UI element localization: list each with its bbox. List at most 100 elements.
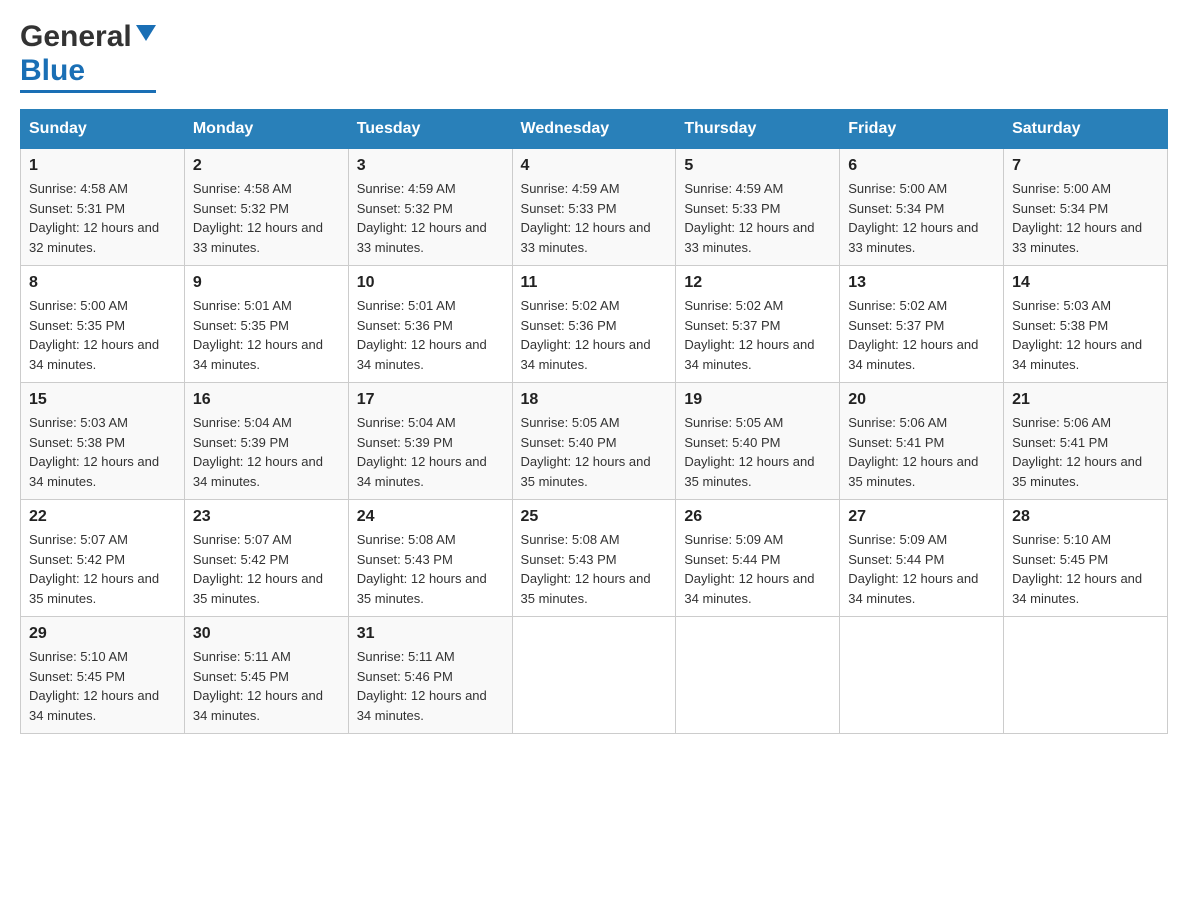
col-header-thursday: Thursday [676,110,840,149]
col-header-tuesday: Tuesday [348,110,512,149]
day-number: 28 [1012,508,1159,526]
week-row-1: 1 Sunrise: 4:58 AM Sunset: 5:31 PM Dayli… [21,149,1168,266]
day-info: Sunrise: 5:01 AM Sunset: 5:35 PM Dayligh… [193,296,340,374]
day-cell: 13 Sunrise: 5:02 AM Sunset: 5:37 PM Dayl… [840,266,1004,383]
day-cell [676,617,840,734]
day-info: Sunrise: 5:04 AM Sunset: 5:39 PM Dayligh… [357,413,504,491]
day-number: 18 [521,391,668,409]
day-number: 22 [29,508,176,526]
week-row-3: 15 Sunrise: 5:03 AM Sunset: 5:38 PM Dayl… [21,383,1168,500]
day-cell: 1 Sunrise: 4:58 AM Sunset: 5:31 PM Dayli… [21,149,185,266]
day-cell: 17 Sunrise: 5:04 AM Sunset: 5:39 PM Dayl… [348,383,512,500]
day-info: Sunrise: 5:02 AM Sunset: 5:37 PM Dayligh… [684,296,831,374]
day-number: 15 [29,391,176,409]
day-cell: 11 Sunrise: 5:02 AM Sunset: 5:36 PM Dayl… [512,266,676,383]
week-row-4: 22 Sunrise: 5:07 AM Sunset: 5:42 PM Dayl… [21,500,1168,617]
day-number: 14 [1012,274,1159,292]
day-number: 31 [357,625,504,643]
header-row: SundayMondayTuesdayWednesdayThursdayFrid… [21,110,1168,149]
day-cell: 18 Sunrise: 5:05 AM Sunset: 5:40 PM Dayl… [512,383,676,500]
calendar-table: SundayMondayTuesdayWednesdayThursdayFrid… [20,109,1168,734]
day-cell: 30 Sunrise: 5:11 AM Sunset: 5:45 PM Dayl… [184,617,348,734]
logo: General Blue [20,20,156,93]
day-info: Sunrise: 5:09 AM Sunset: 5:44 PM Dayligh… [848,530,995,608]
day-number: 27 [848,508,995,526]
day-cell: 5 Sunrise: 4:59 AM Sunset: 5:33 PM Dayli… [676,149,840,266]
day-cell: 20 Sunrise: 5:06 AM Sunset: 5:41 PM Dayl… [840,383,1004,500]
day-info: Sunrise: 5:06 AM Sunset: 5:41 PM Dayligh… [848,413,995,491]
day-number: 8 [29,274,176,292]
day-cell [1004,617,1168,734]
col-header-wednesday: Wednesday [512,110,676,149]
day-info: Sunrise: 5:07 AM Sunset: 5:42 PM Dayligh… [193,530,340,608]
day-info: Sunrise: 5:10 AM Sunset: 5:45 PM Dayligh… [29,647,176,725]
day-cell: 2 Sunrise: 4:58 AM Sunset: 5:32 PM Dayli… [184,149,348,266]
day-cell: 7 Sunrise: 5:00 AM Sunset: 5:34 PM Dayli… [1004,149,1168,266]
day-cell [840,617,1004,734]
day-info: Sunrise: 4:59 AM Sunset: 5:32 PM Dayligh… [357,179,504,257]
day-info: Sunrise: 5:05 AM Sunset: 5:40 PM Dayligh… [521,413,668,491]
day-cell: 26 Sunrise: 5:09 AM Sunset: 5:44 PM Dayl… [676,500,840,617]
day-number: 16 [193,391,340,409]
day-info: Sunrise: 5:01 AM Sunset: 5:36 PM Dayligh… [357,296,504,374]
week-row-2: 8 Sunrise: 5:00 AM Sunset: 5:35 PM Dayli… [21,266,1168,383]
day-cell: 3 Sunrise: 4:59 AM Sunset: 5:32 PM Dayli… [348,149,512,266]
col-header-sunday: Sunday [21,110,185,149]
day-info: Sunrise: 5:07 AM Sunset: 5:42 PM Dayligh… [29,530,176,608]
day-cell: 22 Sunrise: 5:07 AM Sunset: 5:42 PM Dayl… [21,500,185,617]
day-number: 19 [684,391,831,409]
day-cell: 15 Sunrise: 5:03 AM Sunset: 5:38 PM Dayl… [21,383,185,500]
day-info: Sunrise: 5:10 AM Sunset: 5:45 PM Dayligh… [1012,530,1159,608]
day-cell: 27 Sunrise: 5:09 AM Sunset: 5:44 PM Dayl… [840,500,1004,617]
logo-general: General [20,20,132,54]
day-number: 29 [29,625,176,643]
day-info: Sunrise: 5:00 AM Sunset: 5:34 PM Dayligh… [1012,179,1159,257]
day-number: 17 [357,391,504,409]
day-cell: 28 Sunrise: 5:10 AM Sunset: 5:45 PM Dayl… [1004,500,1168,617]
day-cell: 4 Sunrise: 4:59 AM Sunset: 5:33 PM Dayli… [512,149,676,266]
day-number: 6 [848,157,995,175]
day-info: Sunrise: 5:00 AM Sunset: 5:35 PM Dayligh… [29,296,176,374]
day-info: Sunrise: 5:05 AM Sunset: 5:40 PM Dayligh… [684,413,831,491]
logo-blue: Blue [20,54,85,88]
day-info: Sunrise: 5:08 AM Sunset: 5:43 PM Dayligh… [521,530,668,608]
day-cell: 21 Sunrise: 5:06 AM Sunset: 5:41 PM Dayl… [1004,383,1168,500]
day-number: 26 [684,508,831,526]
day-info: Sunrise: 4:58 AM Sunset: 5:32 PM Dayligh… [193,179,340,257]
col-header-saturday: Saturday [1004,110,1168,149]
day-info: Sunrise: 4:58 AM Sunset: 5:31 PM Dayligh… [29,179,176,257]
day-cell: 8 Sunrise: 5:00 AM Sunset: 5:35 PM Dayli… [21,266,185,383]
day-number: 5 [684,157,831,175]
day-info: Sunrise: 5:06 AM Sunset: 5:41 PM Dayligh… [1012,413,1159,491]
day-cell: 10 Sunrise: 5:01 AM Sunset: 5:36 PM Dayl… [348,266,512,383]
logo-triangle-icon [136,25,156,41]
day-cell: 25 Sunrise: 5:08 AM Sunset: 5:43 PM Dayl… [512,500,676,617]
day-cell: 14 Sunrise: 5:03 AM Sunset: 5:38 PM Dayl… [1004,266,1168,383]
day-number: 4 [521,157,668,175]
day-number: 30 [193,625,340,643]
day-cell: 6 Sunrise: 5:00 AM Sunset: 5:34 PM Dayli… [840,149,1004,266]
logo-line [20,90,156,93]
col-header-monday: Monday [184,110,348,149]
day-info: Sunrise: 5:11 AM Sunset: 5:45 PM Dayligh… [193,647,340,725]
day-info: Sunrise: 4:59 AM Sunset: 5:33 PM Dayligh… [521,179,668,257]
day-number: 3 [357,157,504,175]
day-info: Sunrise: 5:02 AM Sunset: 5:37 PM Dayligh… [848,296,995,374]
day-cell: 12 Sunrise: 5:02 AM Sunset: 5:37 PM Dayl… [676,266,840,383]
week-row-5: 29 Sunrise: 5:10 AM Sunset: 5:45 PM Dayl… [21,617,1168,734]
day-cell [512,617,676,734]
day-info: Sunrise: 5:04 AM Sunset: 5:39 PM Dayligh… [193,413,340,491]
day-number: 7 [1012,157,1159,175]
day-cell: 9 Sunrise: 5:01 AM Sunset: 5:35 PM Dayli… [184,266,348,383]
col-header-friday: Friday [840,110,1004,149]
day-cell: 23 Sunrise: 5:07 AM Sunset: 5:42 PM Dayl… [184,500,348,617]
day-info: Sunrise: 5:08 AM Sunset: 5:43 PM Dayligh… [357,530,504,608]
day-info: Sunrise: 4:59 AM Sunset: 5:33 PM Dayligh… [684,179,831,257]
day-cell: 16 Sunrise: 5:04 AM Sunset: 5:39 PM Dayl… [184,383,348,500]
day-number: 9 [193,274,340,292]
day-number: 12 [684,274,831,292]
day-number: 13 [848,274,995,292]
day-cell: 19 Sunrise: 5:05 AM Sunset: 5:40 PM Dayl… [676,383,840,500]
day-number: 20 [848,391,995,409]
day-number: 21 [1012,391,1159,409]
